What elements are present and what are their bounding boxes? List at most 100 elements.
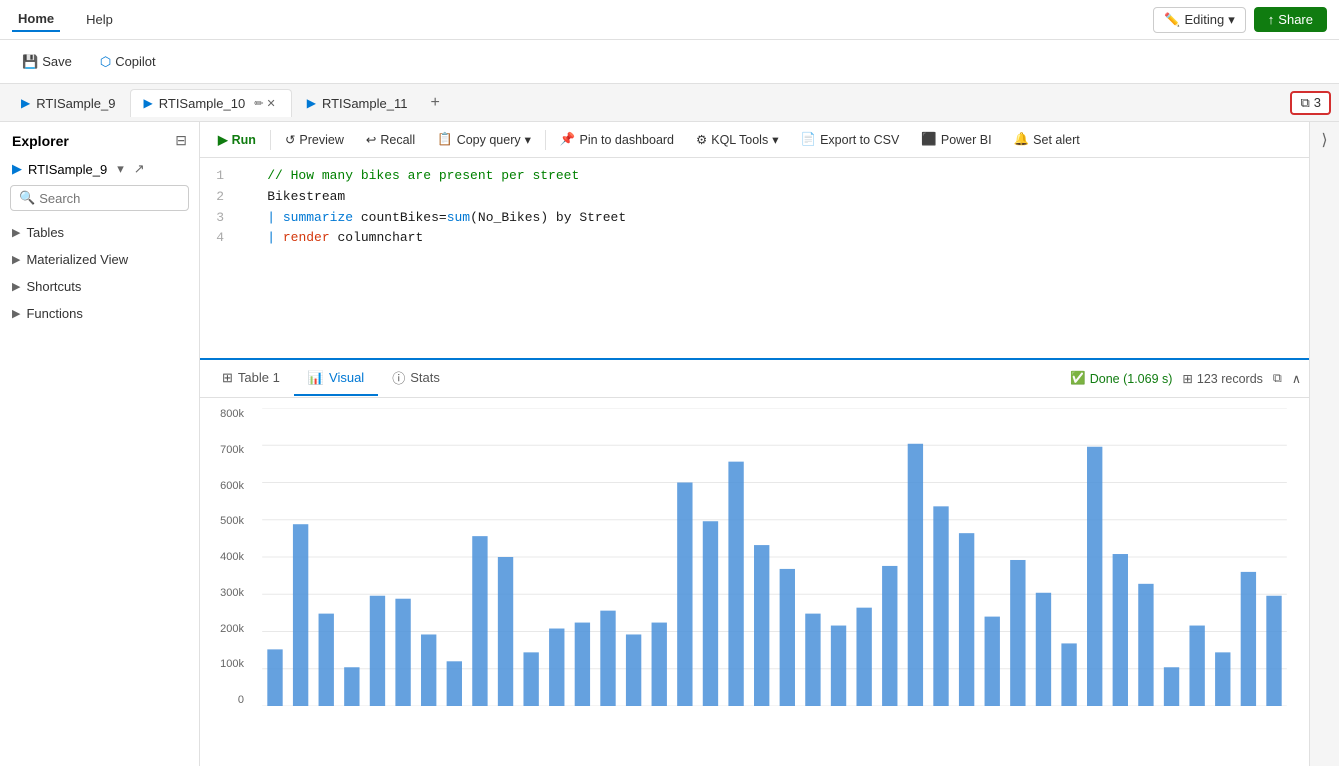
code-content: | summarize countBikes=sum(No_Bikes) by … [236, 208, 1309, 229]
tab-RTISample_10[interactable]: ▶ RTISample_10 ✏ ✕ [130, 89, 291, 117]
results-content: Thorndicke C...Westbridge RoadBond's End… [200, 398, 1309, 766]
save-icon: 💾 [22, 54, 38, 70]
copilot-icon: ⬡ [100, 54, 111, 70]
toolbar-divider [545, 130, 546, 150]
sidebar-item-label: Functions [26, 306, 82, 321]
save-button[interactable]: 💾 Save [12, 49, 82, 75]
tab-RTISample_11[interactable]: ▶ RTISample_11 [294, 89, 421, 117]
export-icon: 📄 [801, 132, 817, 147]
sidebar-collapse-button[interactable]: ⊟ [175, 132, 187, 149]
nav-help[interactable]: Help [80, 8, 119, 31]
preview-label: Preview [299, 133, 343, 147]
results-area: ⊞ Table 1 📊 Visual ⓘ Stats ✅ Done (1.069… [200, 358, 1309, 766]
sidebar-search-box[interactable]: 🔍 [10, 185, 189, 211]
chevron-right-icon: ▶ [12, 280, 20, 293]
collapse-results-icon[interactable]: ∧ [1292, 371, 1301, 386]
pin-dashboard-button[interactable]: 📌 Pin to dashboard [550, 128, 684, 151]
chevron-down-icon: ▾ [1228, 12, 1235, 28]
sidebar: Explorer ⊟ ▶ RTISample_9 ▾ ↗ 🔍 ▶ Tables … [0, 122, 200, 766]
results-tab-label: Table 1 [238, 370, 280, 385]
table-icon: ⊞ [1182, 371, 1192, 386]
sidebar-item-tables[interactable]: ▶ Tables [0, 219, 199, 246]
run-icon: ▶ [218, 132, 228, 147]
export-label: Export to CSV [820, 133, 899, 147]
powerbi-label: Power BI [941, 133, 992, 147]
copy-query-button[interactable]: 📋 Copy query ▾ [427, 128, 541, 151]
results-tab-label: Stats [410, 370, 440, 385]
sidebar-items-list: ▶ Tables ▶ Materialized View ▶ Shortcuts… [0, 219, 199, 766]
stats-icon: ⓘ [392, 368, 405, 387]
results-tab-table1[interactable]: ⊞ Table 1 [208, 362, 294, 396]
code-line-4: 4 | render columnchart [200, 228, 1309, 249]
copy-results-icon[interactable]: ⧉ [1273, 371, 1282, 386]
powerbi-icon: ⬛ [921, 132, 937, 147]
nav-home[interactable]: Home [12, 7, 60, 32]
status-text: Done (1.069 s) [1090, 372, 1173, 386]
kql-tools-button[interactable]: ⚙ KQL Tools ▾ [686, 128, 788, 151]
search-input[interactable] [39, 191, 200, 206]
results-tabs-bar: ⊞ Table 1 📊 Visual ⓘ Stats ✅ Done (1.069… [200, 360, 1309, 398]
copy-icon: 📋 [437, 132, 453, 147]
editor-pane: ▶ Run ↺ Preview ↩ Recall 📋 Copy query ▾ … [200, 122, 1309, 766]
tab-RTISample_9[interactable]: ▶ RTISample_9 [8, 89, 128, 117]
preview-icon: ↺ [285, 132, 295, 147]
recall-icon: ↩ [366, 132, 376, 147]
share-label: Share [1278, 12, 1313, 27]
code-line-2: 2 Bikestream [200, 187, 1309, 208]
tab-icon-0: ▶ [21, 96, 30, 110]
editing-button[interactable]: ✏️ Editing ▾ [1153, 7, 1245, 33]
sidebar-db-selector[interactable]: ▶ RTISample_9 ▾ ↗ [0, 157, 199, 185]
code-line-3: 3 | summarize countBikes=sum(No_Bikes) b… [200, 208, 1309, 229]
chevron-down-icon: ▾ [772, 132, 778, 147]
sidebar-item-shortcuts[interactable]: ▶ Shortcuts [0, 273, 199, 300]
line-number: 1 [200, 166, 236, 187]
export-csv-button[interactable]: 📄 Export to CSV [791, 128, 910, 151]
tab-label-0: RTISample_9 [36, 96, 115, 111]
results-tab-visual[interactable]: 📊 Visual [294, 362, 378, 396]
chart-icon: 📊 [308, 370, 324, 386]
records-count: ⊞ 123 records [1182, 371, 1263, 386]
alert-icon: 🔔 [1014, 132, 1030, 147]
top-right-actions: ✏️ Editing ▾ ↑ Share [1153, 7, 1327, 33]
run-button[interactable]: ▶ Run [208, 128, 266, 151]
sidebar-db-chevron: ▾ [117, 161, 124, 177]
results-tab-label: Visual [329, 370, 364, 385]
share-button[interactable]: ↑ Share [1254, 7, 1327, 32]
preview-button[interactable]: ↺ Preview [275, 128, 354, 151]
status-done: ✅ Done (1.069 s) [1070, 371, 1172, 386]
set-alert-button[interactable]: 🔔 Set alert [1004, 128, 1090, 151]
tab-close-button[interactable]: ✏ ✕ [251, 96, 279, 111]
sidebar-item-materialized-view[interactable]: ▶ Materialized View [0, 246, 199, 273]
tab-badge-count: 3 [1314, 95, 1321, 110]
kql-label: KQL Tools [711, 133, 768, 147]
alert-label: Set alert [1033, 133, 1080, 147]
tab-icon-1: ▶ [143, 96, 152, 110]
sidebar-item-label: Materialized View [26, 252, 128, 267]
tab-label-2: RTISample_11 [322, 96, 408, 111]
code-content: // How many bikes are present per street [236, 166, 1309, 187]
chart-area: Thorndicke C...Westbridge RoadBond's End… [200, 398, 1309, 766]
power-bi-button[interactable]: ⬛ Power BI [911, 128, 1001, 151]
line-number: 4 [200, 228, 236, 249]
collapse-editor-button[interactable]: ⟩ [1321, 130, 1327, 150]
search-icon: 🔍 [19, 190, 35, 206]
pin-icon: 📌 [560, 132, 576, 147]
bar-chart: Thorndicke C...Westbridge RoadBond's End… [250, 408, 1299, 706]
sidebar-item-label: Tables [26, 225, 64, 240]
sidebar-item-functions[interactable]: ▶ Functions [0, 300, 199, 327]
results-tab-stats[interactable]: ⓘ Stats [378, 360, 454, 397]
sidebar-header: Explorer ⊟ [0, 122, 199, 157]
tab-add-button[interactable]: + [422, 90, 447, 116]
collapse-panel: ⟩ [1309, 122, 1339, 766]
recall-button[interactable]: ↩ Recall [356, 128, 425, 151]
code-content: Bikestream [236, 187, 1309, 208]
results-status: ✅ Done (1.069 s) ⊞ 123 records ⧉ ∧ [1070, 371, 1301, 386]
chevron-right-icon: ▶ [12, 226, 20, 239]
copilot-button[interactable]: ⬡ Copilot [90, 49, 166, 75]
line-number: 3 [200, 208, 236, 229]
code-editor[interactable]: 1 // How many bikes are present per stre… [200, 158, 1309, 358]
toolbar-divider [270, 130, 271, 150]
check-icon: ✅ [1070, 371, 1086, 386]
sidebar-title: Explorer [12, 133, 69, 149]
tab-badge[interactable]: ⧉ 3 [1290, 91, 1331, 115]
